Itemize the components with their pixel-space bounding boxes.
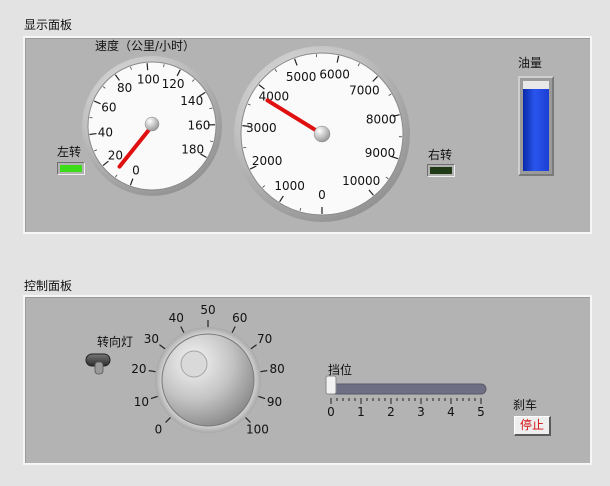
gear-tick-label: 2: [387, 405, 395, 419]
speed-tick-label: 120: [162, 77, 185, 91]
knob-tick-label: 40: [169, 311, 184, 325]
speed-tick-label: 20: [108, 149, 123, 163]
knob-major-tick: [148, 370, 156, 373]
knob-major-tick: [159, 344, 166, 350]
knob-major-tick: [250, 344, 257, 350]
rpm-minor-tick: [243, 146, 247, 149]
knob-tick-label: 70: [257, 332, 272, 346]
gear-tick-label: 5: [477, 405, 485, 419]
speed-major-tick: [146, 63, 149, 71]
knob-tick-label: 50: [200, 303, 215, 317]
gear-tick-label: 3: [417, 405, 425, 419]
rpm-tick-label: 0: [318, 188, 326, 202]
gear-tick-label: 0: [327, 405, 335, 419]
rpm-tick-label: 8000: [366, 112, 397, 126]
speed-tick-label: 180: [181, 143, 204, 157]
rpm-tick-label: 1000: [274, 179, 305, 193]
knob-major-tick: [180, 326, 185, 334]
speed-tick-label: 80: [117, 81, 132, 95]
rpm-tick-label: 6000: [319, 68, 350, 82]
knob-tick-label: 20: [131, 362, 146, 376]
knob-indicator: [180, 350, 208, 378]
speed-tick-label: 0: [132, 163, 140, 177]
rpm-tick-label: 5000: [286, 70, 317, 84]
knob-major-tick: [165, 417, 171, 423]
rpm-tick-label: 9000: [365, 146, 396, 160]
knob-tick-label: 60: [232, 311, 247, 325]
knob-tick-label: 10: [134, 395, 149, 409]
knob-tick-label: 0: [155, 423, 163, 437]
gear-slider[interactable]: 0 1 2 3 4 5: [325, 375, 487, 419]
value-knob[interactable]: 0 10 20 30 40 50 60 70 80 90 100: [131, 303, 285, 436]
knob-major-tick: [245, 417, 251, 423]
speed-tick-label: 40: [98, 126, 113, 140]
speed-tick-label: 140: [180, 94, 203, 108]
gear-tick-label: 1: [357, 405, 365, 419]
knob-tick-label: 100: [246, 423, 269, 437]
gear-slider-thumb[interactable]: [325, 375, 337, 395]
knob-major-tick: [258, 395, 266, 400]
speed-hub: [144, 116, 160, 132]
speed-gauge: 0 20 40 6080 100 120 140 160 180: [82, 56, 222, 196]
knob-major-tick: [150, 395, 158, 400]
knob-tick-label: 80: [269, 362, 284, 376]
speed-tick-label: 100: [137, 72, 160, 86]
knob-major-tick: [231, 326, 236, 334]
instrument-drawing-layer: 020406080100 120140160180 010002000300040…: [82, 46, 487, 437]
rpm-tick-label: 10000: [342, 174, 380, 188]
knob-tick-label: 30: [144, 332, 159, 346]
gear-tick-label: 4: [447, 405, 455, 419]
knob-tick-label: 90: [267, 395, 282, 409]
speed-tick-label: 60: [101, 101, 116, 115]
speed-tick-label: 160: [188, 118, 211, 132]
rpm-tick-label: 3000: [246, 121, 277, 135]
rpm-hub: [313, 125, 331, 143]
rpm-tick-label: 2000: [252, 154, 283, 168]
rpm-gauge: 0 1000 2000 3000 4000 5000 60007000 8000 9000 100…: [234, 46, 410, 222]
speed-minor-tick: [163, 64, 165, 68]
rpm-tick-label: 7000: [349, 83, 380, 97]
rpm-tick-label: 4000: [259, 90, 290, 104]
knob-major-tick: [260, 370, 268, 373]
turn-signal-toggle[interactable]: [85, 353, 111, 375]
